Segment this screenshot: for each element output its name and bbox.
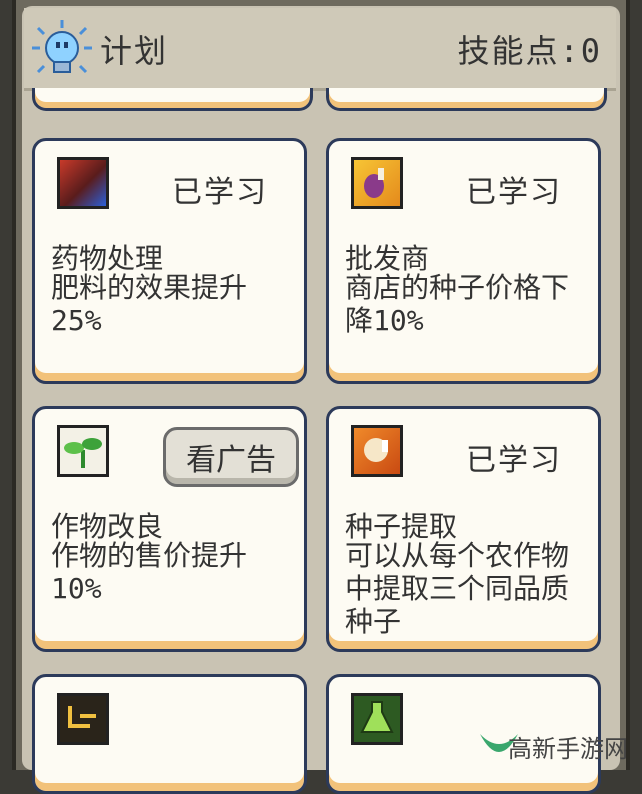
- seed-extraction-icon: [351, 425, 403, 477]
- skill-card-partial-bottom-left[interactable]: [32, 674, 307, 794]
- skill-card-medicine[interactable]: 已学习 药物处理 肥料的效果提升25%: [32, 138, 307, 384]
- watermark-text: 高新手游网: [508, 729, 628, 764]
- card-partial-top-right: [326, 88, 607, 111]
- sprout-icon: [57, 425, 109, 477]
- skill-panel: [22, 6, 620, 770]
- watch-ad-button[interactable]: 看广告: [163, 427, 299, 487]
- status-learned: 已学习: [466, 167, 562, 211]
- circuit-icon: [57, 693, 109, 745]
- seed-bag-icon: [351, 157, 403, 209]
- lightbulb-icon: [30, 18, 94, 82]
- status-learned: 已学习: [172, 167, 268, 211]
- skill-card-wholesaler[interactable]: 已学习 批发商 商店的种子价格下降10%: [326, 138, 601, 384]
- skill-card-seed-extraction[interactable]: 已学习 种子提取 可以从每个农作物中提取三个同品质种子: [326, 406, 601, 652]
- card-partial-top-left: [32, 88, 313, 111]
- skill-card-crop-improvement[interactable]: 看广告 作物改良 作物的售价提升10%: [32, 406, 307, 652]
- page-title: 计划: [100, 26, 168, 72]
- skill-description: 可以从每个农作物中提取三个同品质种子: [345, 539, 590, 638]
- status-learned: 已学习: [466, 435, 562, 479]
- skill-description: 肥料的效果提升25%: [51, 271, 296, 337]
- skill-description: 商店的种子价格下降10%: [345, 271, 590, 337]
- skill-points-label: 技能点:0: [457, 26, 602, 72]
- skill-description: 作物的售价提升10%: [51, 539, 296, 605]
- medicine-icon: [57, 157, 109, 209]
- potion-icon: [351, 693, 403, 745]
